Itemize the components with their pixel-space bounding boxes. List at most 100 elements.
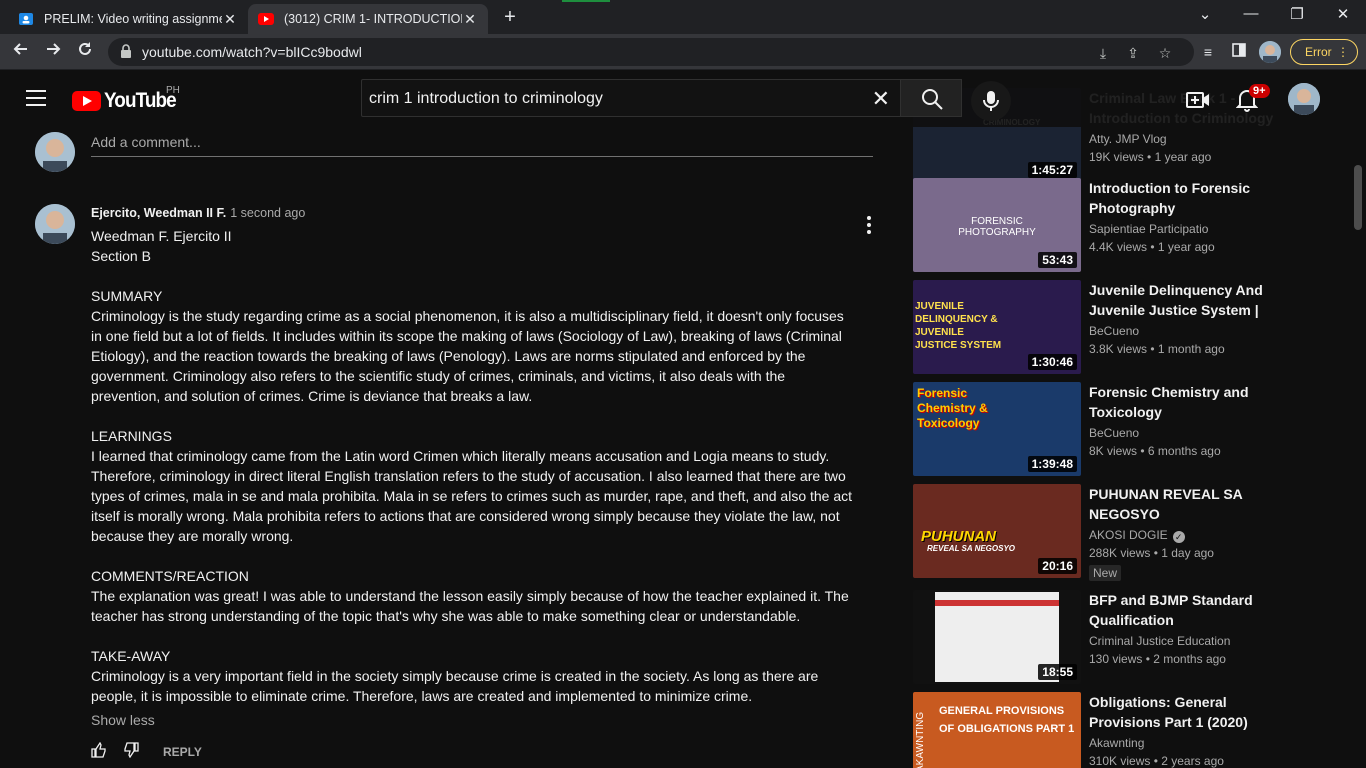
video-duration: 1:45:27: [1027, 162, 1077, 178]
comment-author[interactable]: Ejercito, Weedman II F. 1 second ago: [91, 206, 305, 220]
channel-name-text[interactable]: Criminal Justice Education: [1089, 634, 1230, 648]
channel-name[interactable]: Sapientiae Participatio: [1089, 222, 1208, 236]
video-meta: 288K views • 1 day ago: [1089, 546, 1214, 560]
tab-search-icon[interactable]: ⌄: [1190, 5, 1220, 23]
related-video-item[interactable]: FORENSIC PHOTOGRAPHY 53:43 Introduction to…: [913, 178, 1333, 272]
related-video-item[interactable]: 18:55 BFP and BJMP Standard Qualification…: [913, 590, 1333, 684]
create-video-icon[interactable]: [1186, 88, 1210, 112]
youtube-page: YouTube PH crim 1 introduction to crimin…: [0, 70, 1366, 768]
youtube-logo[interactable]: YouTube PH: [72, 85, 184, 113]
notification-count-badge: 9+: [1249, 84, 1270, 98]
view-count: 288K views: [1089, 546, 1151, 560]
close-window-icon[interactable]: ✕: [1328, 5, 1358, 23]
country-code: PH: [166, 85, 180, 96]
url-text: youtube.com/watch?v=blICc9bodwl: [142, 44, 362, 60]
channel-name-text[interactable]: Atty. JMP Vlog: [1089, 132, 1167, 146]
reload-icon[interactable]: [74, 41, 96, 63]
profile-avatar[interactable]: [1259, 41, 1281, 63]
comment-time[interactable]: 1 second ago: [230, 206, 305, 220]
channel-name-text[interactable]: BeCueno: [1089, 426, 1139, 440]
back-icon[interactable]: [10, 41, 32, 63]
view-count: 8K views: [1089, 444, 1138, 458]
view-count: 3.8K views: [1089, 342, 1148, 356]
side-panel-icon[interactable]: [1229, 42, 1249, 62]
video-title[interactable]: Introduction to Forensic Photography: [1089, 178, 1301, 218]
video-thumbnail[interactable]: JUVENILE DELINQUENCY & JUVENILE JUSTICE …: [913, 280, 1081, 374]
search-button[interactable]: [900, 79, 962, 117]
video-thumbnail[interactable]: Forensic Chemistry & Toxicology 1:39:48: [913, 382, 1081, 476]
comment-author-avatar[interactable]: [35, 204, 75, 244]
show-less-button[interactable]: Show less: [91, 712, 155, 728]
view-count: 19K views: [1089, 150, 1144, 164]
video-meta: 310K views • 2 years ago: [1089, 754, 1224, 768]
view-count: 4.4K views: [1089, 240, 1148, 254]
close-tab-icon[interactable]: ✕: [222, 11, 238, 28]
video-title[interactable]: PUHUNAN REVEAL SA NEGOSYO: [1089, 484, 1301, 524]
scrollbar-thumb[interactable]: [1354, 165, 1362, 230]
channel-name-text[interactable]: AKOSI DOGIE: [1089, 528, 1168, 542]
minimize-icon[interactable]: —: [1236, 5, 1266, 22]
dislike-icon[interactable]: [123, 742, 139, 761]
tab-title: PRELIM: Video writing assignmen: [44, 12, 222, 26]
channel-name[interactable]: AKOSI DOGIE ✓: [1089, 528, 1185, 543]
forward-icon[interactable]: [42, 41, 64, 63]
video-thumbnail[interactable]: GENERAL PROVISIONS OF OBLIGATIONS PART 1…: [913, 692, 1081, 768]
channel-name-text[interactable]: Akawnting: [1089, 736, 1144, 750]
share-icon[interactable]: ⇪: [1124, 44, 1142, 62]
address-bar[interactable]: youtube.com/watch?v=blICc9bodwl ⤓ ⇪ ☆: [108, 38, 1194, 66]
tab-classroom[interactable]: PRELIM: Video writing assignmen ✕: [8, 4, 248, 34]
clear-search-icon[interactable]: ✕: [872, 86, 890, 112]
install-app-icon[interactable]: ⤓: [1094, 44, 1112, 62]
channel-name[interactable]: BeCueno: [1089, 324, 1139, 338]
new-tab-button[interactable]: +: [498, 6, 522, 30]
menu-icon[interactable]: [26, 90, 46, 111]
thumbnail-text: FORENSIC PHOTOGRAPHY: [958, 216, 1036, 238]
upload-age: 6 months ago: [1147, 444, 1221, 458]
video-title[interactable]: Obligations: General Provisions Part 1 (…: [1089, 692, 1301, 732]
related-video-item[interactable]: Forensic Chemistry & Toxicology 1:39:48 Fo…: [913, 382, 1333, 476]
channel-name[interactable]: BeCueno: [1089, 426, 1139, 440]
upload-age: 1 month ago: [1157, 342, 1225, 356]
channel-name-text[interactable]: BeCueno: [1089, 324, 1139, 338]
like-icon[interactable]: [91, 741, 107, 761]
related-video-item[interactable]: GENERAL PROVISIONS OF OBLIGATIONS PART 1…: [913, 692, 1333, 768]
add-comment-input[interactable]: Add a comment...: [91, 134, 201, 150]
voice-search-button[interactable]: [971, 81, 1011, 121]
search-input[interactable]: crim 1 introduction to criminology ✕: [361, 79, 901, 117]
youtube-icon: [258, 11, 274, 27]
comment-line: Section B: [91, 248, 151, 264]
close-tab-icon[interactable]: ✕: [462, 11, 478, 28]
browser-toolbar: youtube.com/watch?v=blICc9bodwl ⤓ ⇪ ☆ ≡ …: [0, 34, 1366, 70]
comment-action-menu-icon[interactable]: [867, 216, 871, 237]
bookmark-star-icon[interactable]: ☆: [1156, 44, 1174, 62]
error-button[interactable]: Error ⋮: [1290, 39, 1358, 65]
reply-button[interactable]: REPLY: [163, 745, 202, 759]
video-title[interactable]: BFP and BJMP Standard Qualification: [1089, 590, 1301, 630]
channel-name[interactable]: Akawnting: [1089, 736, 1144, 750]
video-title[interactable]: Forensic Chemistry and Toxicology: [1089, 382, 1301, 422]
meta-separator: •: [1142, 652, 1154, 666]
related-video-item[interactable]: JUVENILE DELINQUENCY & JUVENILE JUSTICE …: [913, 280, 1333, 374]
video-thumbnail[interactable]: 18:55: [913, 590, 1081, 684]
account-avatar[interactable]: [1288, 83, 1320, 115]
tab-title: (3012) CRIM 1- INTRODUCTION: [284, 12, 462, 26]
related-video-item[interactable]: PUHUNAN REVEAL SA NEGOSYO 20:16 PUHUNAN REV…: [913, 484, 1333, 581]
upload-age: 1 year ago: [1154, 150, 1212, 164]
channel-name[interactable]: Atty. JMP Vlog: [1089, 132, 1167, 146]
video-thumbnail[interactable]: FORENSIC PHOTOGRAPHY 53:43: [913, 178, 1081, 272]
video-title[interactable]: Juvenile Delinquency And Juvenile Justic…: [1089, 280, 1301, 320]
video-thumbnail[interactable]: PUHUNAN REVEAL SA NEGOSYO 20:16: [913, 484, 1081, 578]
video-duration: 20:16: [1038, 558, 1077, 574]
comment-line: TAKE-AWAY: [91, 648, 171, 664]
comment-line: Weedman F. Ejercito II: [91, 228, 232, 244]
restore-icon[interactable]: ❐: [1282, 5, 1312, 23]
comment-input-underline: [91, 156, 873, 157]
channel-name[interactable]: Criminal Justice Education: [1089, 634, 1230, 648]
lock-icon[interactable]: [120, 44, 132, 63]
upload-age: 2 months ago: [1153, 652, 1226, 666]
tab-youtube[interactable]: (3012) CRIM 1- INTRODUCTION ✕: [248, 4, 488, 34]
new-badge: New: [1089, 565, 1122, 581]
channel-name-text[interactable]: Sapientiae Participatio: [1089, 222, 1208, 236]
meta-separator: •: [1147, 240, 1158, 254]
reading-list-icon[interactable]: ≡: [1198, 42, 1218, 62]
